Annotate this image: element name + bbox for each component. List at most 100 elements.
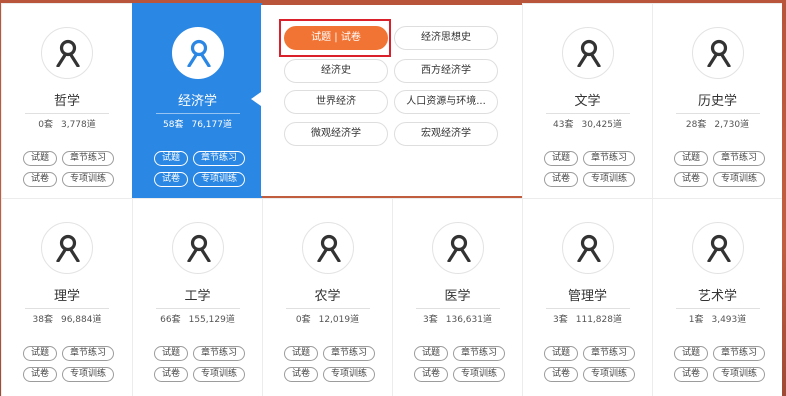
set-count: 43套 <box>553 120 574 130</box>
tag-special-training[interactable]: 专项训练 <box>713 367 765 382</box>
subject-card-engineering[interactable]: 工学 66套 155,129道 试题 章节练习 试卷 专项训练 <box>132 198 262 396</box>
question-count: 155,129道 <box>188 315 235 325</box>
tag-chapter-practice[interactable]: 章节练习 <box>713 346 765 361</box>
subject-card-management[interactable]: 管理学 3套 111,828道 试题 章节练习 试卷 专项训练 <box>522 198 652 396</box>
tag-questions[interactable]: 试题 <box>544 151 578 166</box>
subject-stats: 28套 2,730道 <box>653 119 782 131</box>
tag-chapter-practice[interactable]: 章节练习 <box>193 151 245 166</box>
subject-card-economics[interactable]: 经济学 58套 76,177道 试题 章节练习 试卷 专项训练 <box>132 3 262 198</box>
tag-special-training[interactable]: 专项训练 <box>713 172 765 187</box>
tag-questions[interactable]: 试题 <box>154 346 188 361</box>
tag-questions[interactable]: 试题 <box>23 346 57 361</box>
subject-card-literature[interactable]: 文学 43套 30,425道 试题 章节练习 试卷 专项训练 <box>522 3 652 198</box>
divider <box>285 308 370 309</box>
subject-stats: 43套 30,425道 <box>523 119 652 131</box>
subject-name: 工学 <box>184 289 211 304</box>
subject-grid: 哲学 0套 3,778道 试题 章节练习 试卷 专项训练 经济学 58套 76,17… <box>0 0 786 396</box>
subject-name: 文学 <box>574 94 601 109</box>
tag-papers[interactable]: 试卷 <box>544 367 578 382</box>
subject-stats: 66套 155,129道 <box>133 314 262 326</box>
subcategory-world-economy[interactable]: 世界经济 <box>284 90 388 114</box>
user-icon <box>41 222 93 274</box>
tag-questions[interactable]: 试题 <box>284 346 318 361</box>
set-count: 1套 <box>688 315 704 325</box>
subject-name: 农学 <box>314 289 341 304</box>
divider <box>25 308 109 309</box>
user-icon <box>691 222 744 274</box>
subject-card-philosophy[interactable]: 哲学 0套 3,778道 试题 章节练习 试卷 专项训练 <box>1 3 132 198</box>
subcategory-macroeconomics[interactable]: 宏观经济学 <box>394 122 498 146</box>
question-count: 3,493道 <box>711 315 747 325</box>
tag-chapter-practice[interactable]: 章节练习 <box>583 151 635 166</box>
tag-papers[interactable]: 试卷 <box>154 367 188 382</box>
tag-papers[interactable]: 试卷 <box>544 172 578 187</box>
tag-papers[interactable]: 试卷 <box>23 172 57 187</box>
tag-chapter-practice[interactable]: 章节练习 <box>193 346 245 361</box>
tag-chapter-practice[interactable]: 章节练习 <box>713 151 765 166</box>
tag-questions[interactable]: 试题 <box>23 151 57 166</box>
tag-papers[interactable]: 试卷 <box>284 367 318 382</box>
selection-highlight <box>279 19 391 57</box>
set-count: 0套 <box>38 120 53 130</box>
subcategory-western-economics[interactable]: 西方经济学 <box>394 59 498 83</box>
subject-card-history[interactable]: 历史学 28套 2,730道 试题 章节练习 试卷 专项训练 <box>652 3 782 198</box>
divider <box>545 308 630 309</box>
tag-questions[interactable]: 试题 <box>544 346 578 361</box>
user-icon <box>41 27 93 79</box>
subcategory-economic-thought-history[interactable]: 经济思想史 <box>394 26 498 50</box>
subject-card-medicine[interactable]: 医学 3套 136,631道 试题 章节练习 试卷 专项训练 <box>392 198 522 396</box>
subject-name: 哲学 <box>53 94 80 109</box>
question-count: 96,884道 <box>60 315 102 325</box>
subject-card-arts[interactable]: 艺术学 1套 3,493道 试题 章节练习 试卷 专项训练 <box>652 198 782 396</box>
question-count: 30,425道 <box>581 120 622 130</box>
tag-special-training[interactable]: 专项训练 <box>193 172 245 187</box>
tag-chapter-practice[interactable]: 章节练习 <box>583 346 635 361</box>
tag-questions[interactable]: 试题 <box>414 346 448 361</box>
subject-stats: 1套 3,493道 <box>653 314 782 326</box>
tag-chapter-practice[interactable]: 章节练习 <box>323 346 375 361</box>
tag-papers[interactable]: 试卷 <box>23 367 57 382</box>
tag-questions[interactable]: 试题 <box>674 151 708 166</box>
question-count: 76,177道 <box>191 120 232 130</box>
tag-special-training[interactable]: 专项训练 <box>583 172 635 187</box>
tag-special-training[interactable]: 专项训练 <box>453 367 505 382</box>
subject-stats: 0套 3,778道 <box>2 119 132 131</box>
popup-pointer <box>251 92 261 106</box>
divider <box>25 113 109 114</box>
tag-questions[interactable]: 试题 <box>154 151 188 166</box>
tag-papers[interactable]: 试卷 <box>674 172 708 187</box>
subject-name: 管理学 <box>567 289 607 304</box>
divider <box>415 308 500 309</box>
divider <box>545 113 630 114</box>
set-count: 66套 <box>160 315 181 325</box>
divider <box>155 308 240 309</box>
set-count: 38套 <box>32 315 53 325</box>
question-count: 2,730道 <box>714 120 750 130</box>
tag-chapter-practice[interactable]: 章节练习 <box>62 346 114 361</box>
subcategory-economic-history[interactable]: 经济史 <box>284 59 388 83</box>
subject-name: 医学 <box>444 289 471 304</box>
tag-questions[interactable]: 试题 <box>674 346 708 361</box>
tag-special-training[interactable]: 专项训练 <box>62 367 114 382</box>
tag-special-training[interactable]: 专项训练 <box>583 367 635 382</box>
tag-special-training[interactable]: 专项训练 <box>62 172 114 187</box>
subject-stats: 3套 136,631道 <box>393 314 522 326</box>
subject-name: 理学 <box>53 289 80 304</box>
subcategory-microeconomics[interactable]: 微观经济学 <box>284 122 388 146</box>
tag-chapter-practice[interactable]: 章节练习 <box>62 151 114 166</box>
tag-special-training[interactable]: 专项训练 <box>193 367 245 382</box>
subject-card-agriculture[interactable]: 农学 0套 12,019道 试题 章节练习 试卷 专项训练 <box>262 198 392 396</box>
user-icon <box>301 222 354 274</box>
tag-special-training[interactable]: 专项训练 <box>323 367 375 382</box>
subject-card-science[interactable]: 理学 38套 96,884道 试题 章节练习 试卷 专项训练 <box>1 198 132 396</box>
subcategory-population-resources-environment[interactable]: 人口资源与环境... <box>394 90 498 114</box>
tag-papers[interactable]: 试卷 <box>414 367 448 382</box>
tag-papers[interactable]: 试卷 <box>154 172 188 187</box>
set-count: 28套 <box>685 120 707 130</box>
tag-chapter-practice[interactable]: 章节练习 <box>453 346 505 361</box>
user-icon <box>691 27 744 79</box>
user-icon <box>561 222 614 274</box>
subject-name: 艺术学 <box>697 289 737 304</box>
tag-papers[interactable]: 试卷 <box>674 367 708 382</box>
set-count: 3套 <box>423 315 438 325</box>
